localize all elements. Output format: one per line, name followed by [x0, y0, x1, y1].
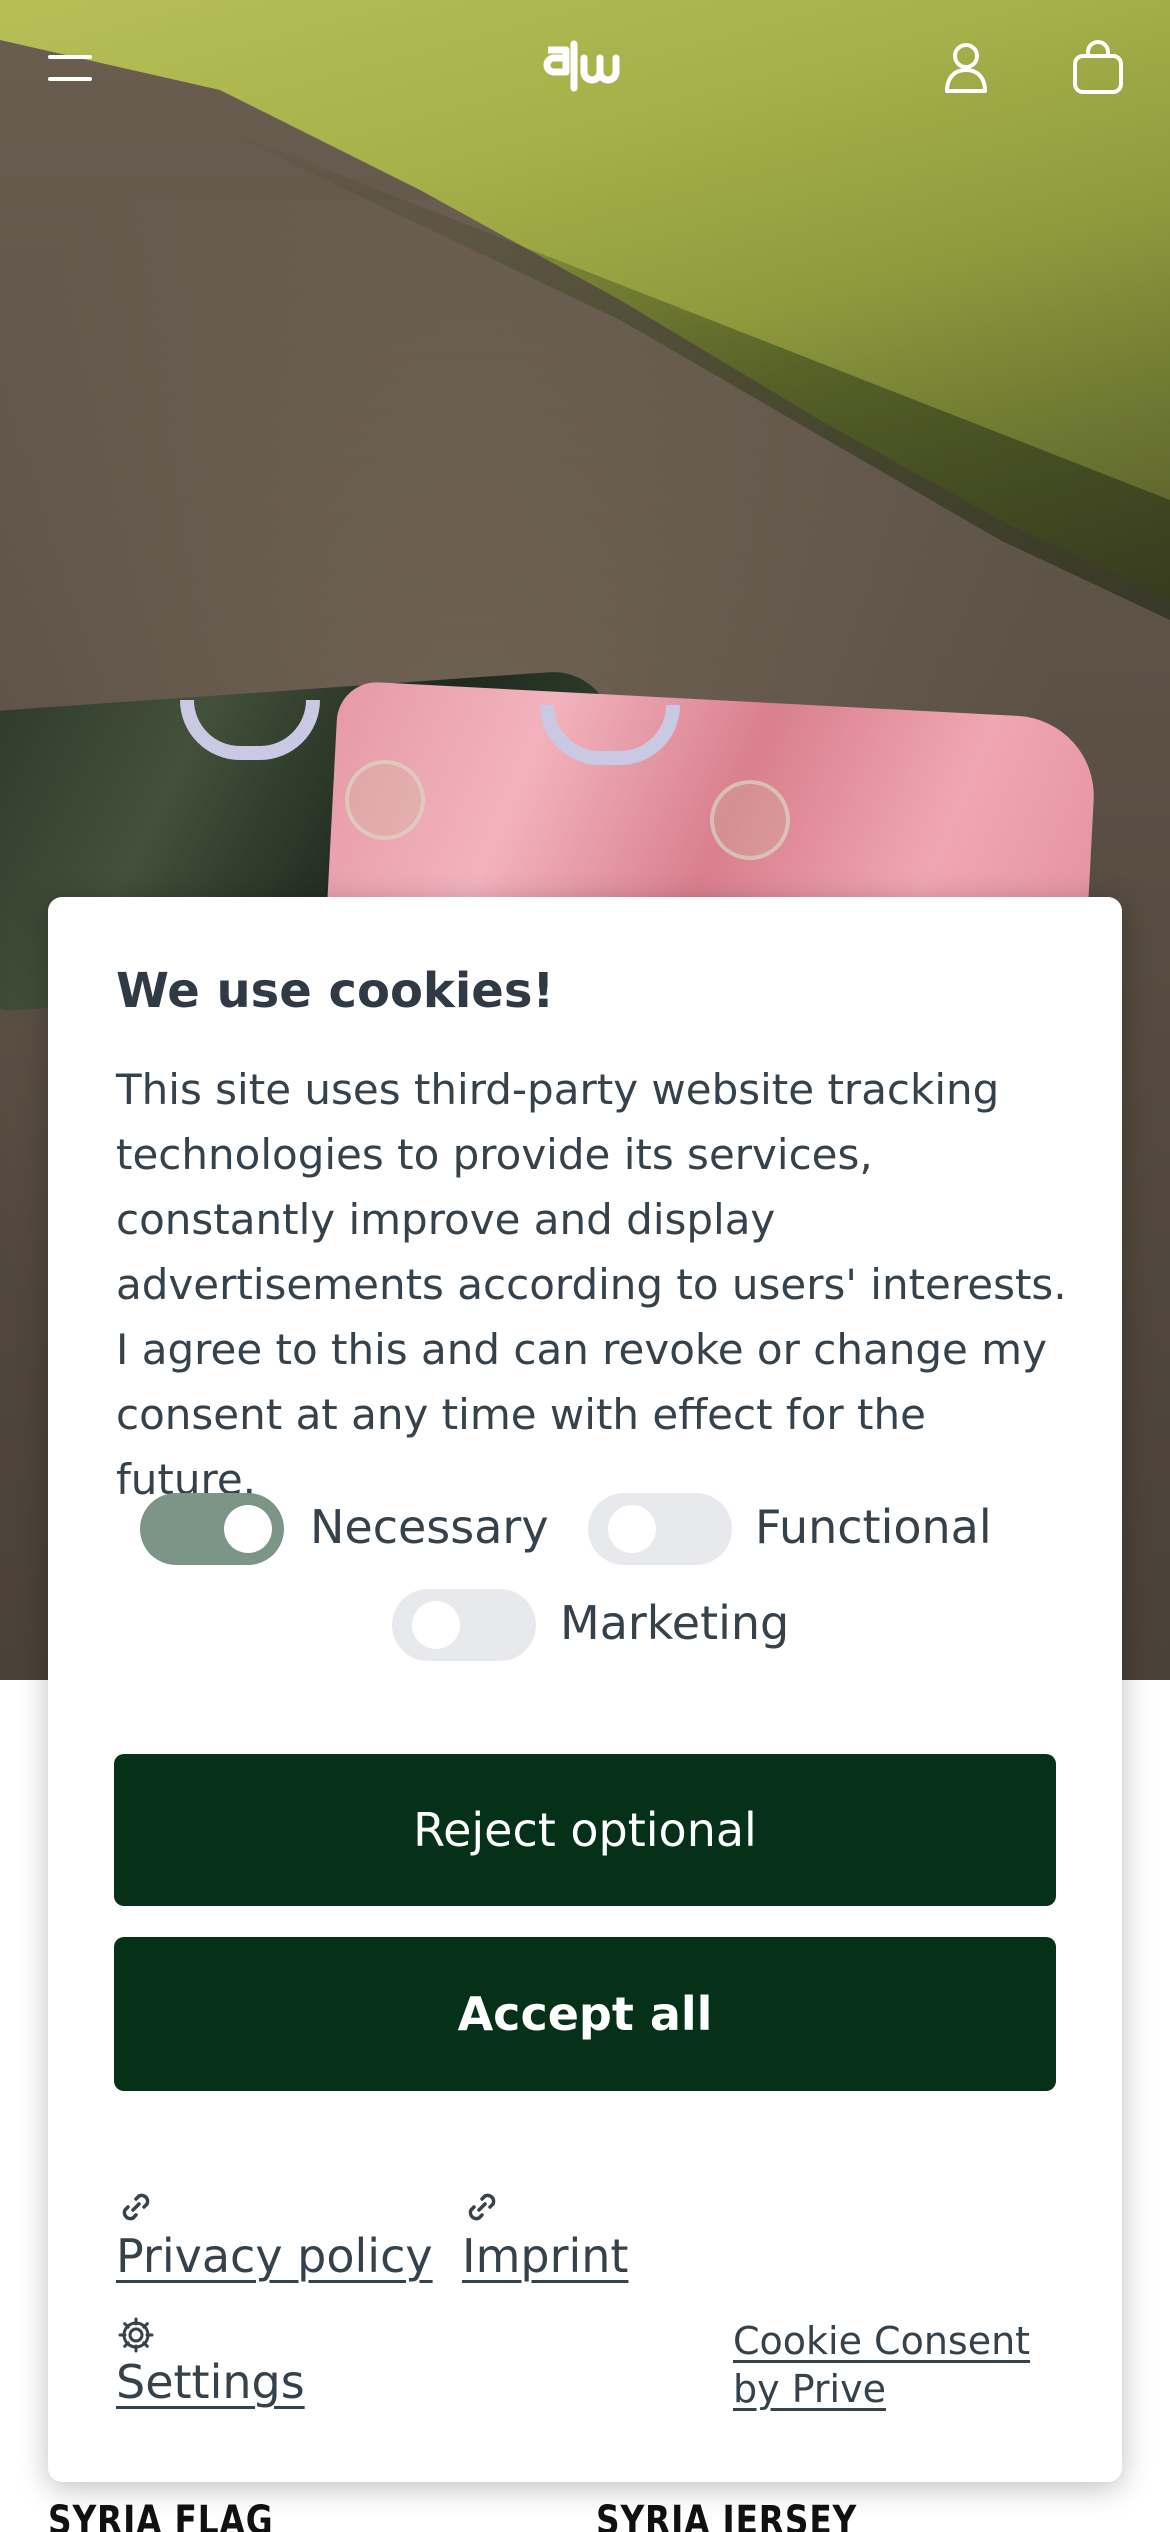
- link-icon: [462, 2187, 502, 2227]
- user-account-icon[interactable]: [936, 38, 996, 98]
- product-title[interactable]: SYRIA FLAG: [48, 2498, 273, 2532]
- cookie-dialog-title: We use cookies!: [116, 963, 555, 1019]
- privacy-policy-link[interactable]: Privacy policy: [116, 2229, 433, 2283]
- hamburger-menu-icon[interactable]: [40, 38, 100, 98]
- product-title[interactable]: SYRIA JERSEY: [596, 2498, 857, 2532]
- jersey-crest: [345, 760, 425, 840]
- imprint-link[interactable]: Imprint: [462, 2229, 628, 2283]
- necessary-toggle[interactable]: [140, 1493, 284, 1565]
- functional-toggle[interactable]: [588, 1493, 732, 1565]
- site-header: [0, 0, 1170, 140]
- gear-icon: [116, 2315, 156, 2355]
- toggle-knob: [412, 1601, 460, 1649]
- brand-logo[interactable]: [540, 36, 630, 100]
- cookie-consent-by-prive-link[interactable]: Cookie Consent by Prive: [733, 2317, 1053, 2413]
- accept-all-button[interactable]: Accept all: [114, 1937, 1056, 2091]
- link-icon: [116, 2187, 156, 2227]
- marketing-label: Marketing: [560, 1596, 790, 1650]
- jersey-crest: [710, 780, 790, 860]
- toggle-knob: [608, 1505, 656, 1553]
- settings-link[interactable]: Settings: [116, 2355, 305, 2409]
- page: SYRIA FLAG SYRIA JERSEY We use cookies! …: [0, 0, 1170, 2532]
- toggle-knob: [224, 1505, 272, 1553]
- necessary-label: Necessary: [310, 1500, 549, 1554]
- marketing-toggle[interactable]: [392, 1589, 536, 1661]
- functional-label: Functional: [755, 1500, 992, 1554]
- cookie-dialog-text: This site uses third-party website track…: [116, 1065, 1067, 1504]
- reject-optional-button[interactable]: Reject optional: [114, 1754, 1056, 1906]
- shopping-bag-icon[interactable]: [1068, 38, 1128, 98]
- cookie-consent-dialog: We use cookies! This site uses third-par…: [48, 897, 1122, 2482]
